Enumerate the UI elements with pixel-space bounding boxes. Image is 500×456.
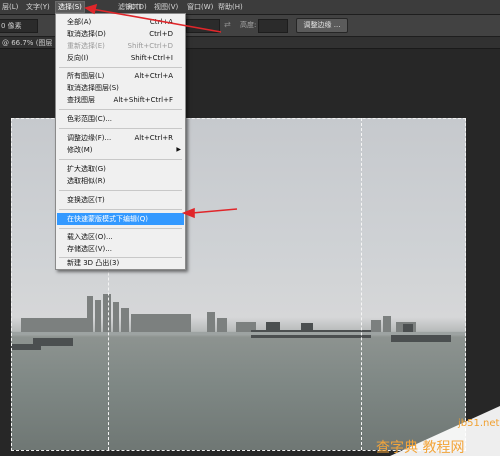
menu-item-save-selection[interactable]: 存储选区(V)...: [57, 243, 184, 255]
menu-separator: [59, 128, 182, 129]
menu-separator: [59, 228, 182, 229]
document-tab-label: @ 66.7% (图层 0: [2, 39, 60, 47]
height-label: 高度:: [240, 21, 257, 29]
menu-item-find-layers[interactable]: 查找图层 Alt+Shift+Ctrl+F: [57, 94, 184, 106]
menu-separator: [59, 209, 182, 210]
select-menu: 全部(A) Ctrl+A 取消选择(D) Ctrl+D 重新选择(E) Shift+C…: [55, 13, 186, 270]
menu-item-modify[interactable]: 修改(M) ▶: [57, 144, 184, 156]
menu-type[interactable]: 文字(Y): [24, 2, 52, 12]
feather-field[interactable]: 0 像素: [0, 19, 38, 33]
guide-line-2: [361, 118, 362, 450]
width-field[interactable]: [186, 19, 220, 33]
menu-item-transform-selection[interactable]: 变换选区(T): [57, 194, 184, 206]
menu-help[interactable]: 帮助(H): [216, 2, 245, 12]
menu-separator: [59, 109, 182, 110]
menu-item-reselect: 重新选择(E) Shift+Ctrl+D: [67, 42, 173, 50]
menu-item-quick-mask[interactable]: 在快速蒙版模式下编辑(Q): [57, 213, 184, 225]
menu-item-color-range[interactable]: 色彩范围(C)...: [57, 113, 184, 125]
menu-item-refine-edge[interactable]: 调整边缘(F)... Alt+Ctrl+R: [57, 132, 184, 144]
menu-item-load-selection[interactable]: 载入选区(O)...: [57, 231, 184, 243]
menu-item-similar[interactable]: 选取相似(R): [57, 175, 184, 187]
menu-separator: [59, 67, 182, 68]
menu-item-grow[interactable]: 扩大选取(G): [57, 163, 184, 175]
menu-separator: [59, 159, 182, 160]
menu-window[interactable]: 窗口(W): [185, 2, 215, 12]
swap-icon[interactable]: ⇄: [224, 20, 231, 29]
menu-select[interactable]: 选择(S): [55, 1, 85, 13]
menu-3d[interactable]: 3D(D): [124, 2, 149, 12]
menu-item-all-layers[interactable]: 所有图层(L) Alt+Ctrl+A: [57, 70, 184, 82]
menu-item-new-3d-extrusion[interactable]: 新建 3D 凸出(3): [57, 257, 184, 269]
refine-edge-button[interactable]: 调整边缘 ...: [296, 18, 348, 33]
menu-layer[interactable]: 层(L): [0, 2, 20, 12]
menu-item-deselect-layers[interactable]: 取消选择图层(S): [57, 82, 184, 94]
menu-item-all[interactable]: 全部(A) Ctrl+A: [57, 16, 184, 28]
submenu-arrow-icon: ▶: [176, 146, 181, 153]
menu-item-deselect[interactable]: 取消选择(D) Ctrl+D: [57, 28, 184, 40]
height-field[interactable]: [258, 19, 288, 33]
menu-item-inverse[interactable]: 反向(I) Shift+Ctrl+I: [57, 52, 184, 64]
city-skyline: [21, 294, 416, 332]
menu-separator: [59, 190, 182, 191]
menu-view[interactable]: 视图(V): [152, 2, 180, 12]
